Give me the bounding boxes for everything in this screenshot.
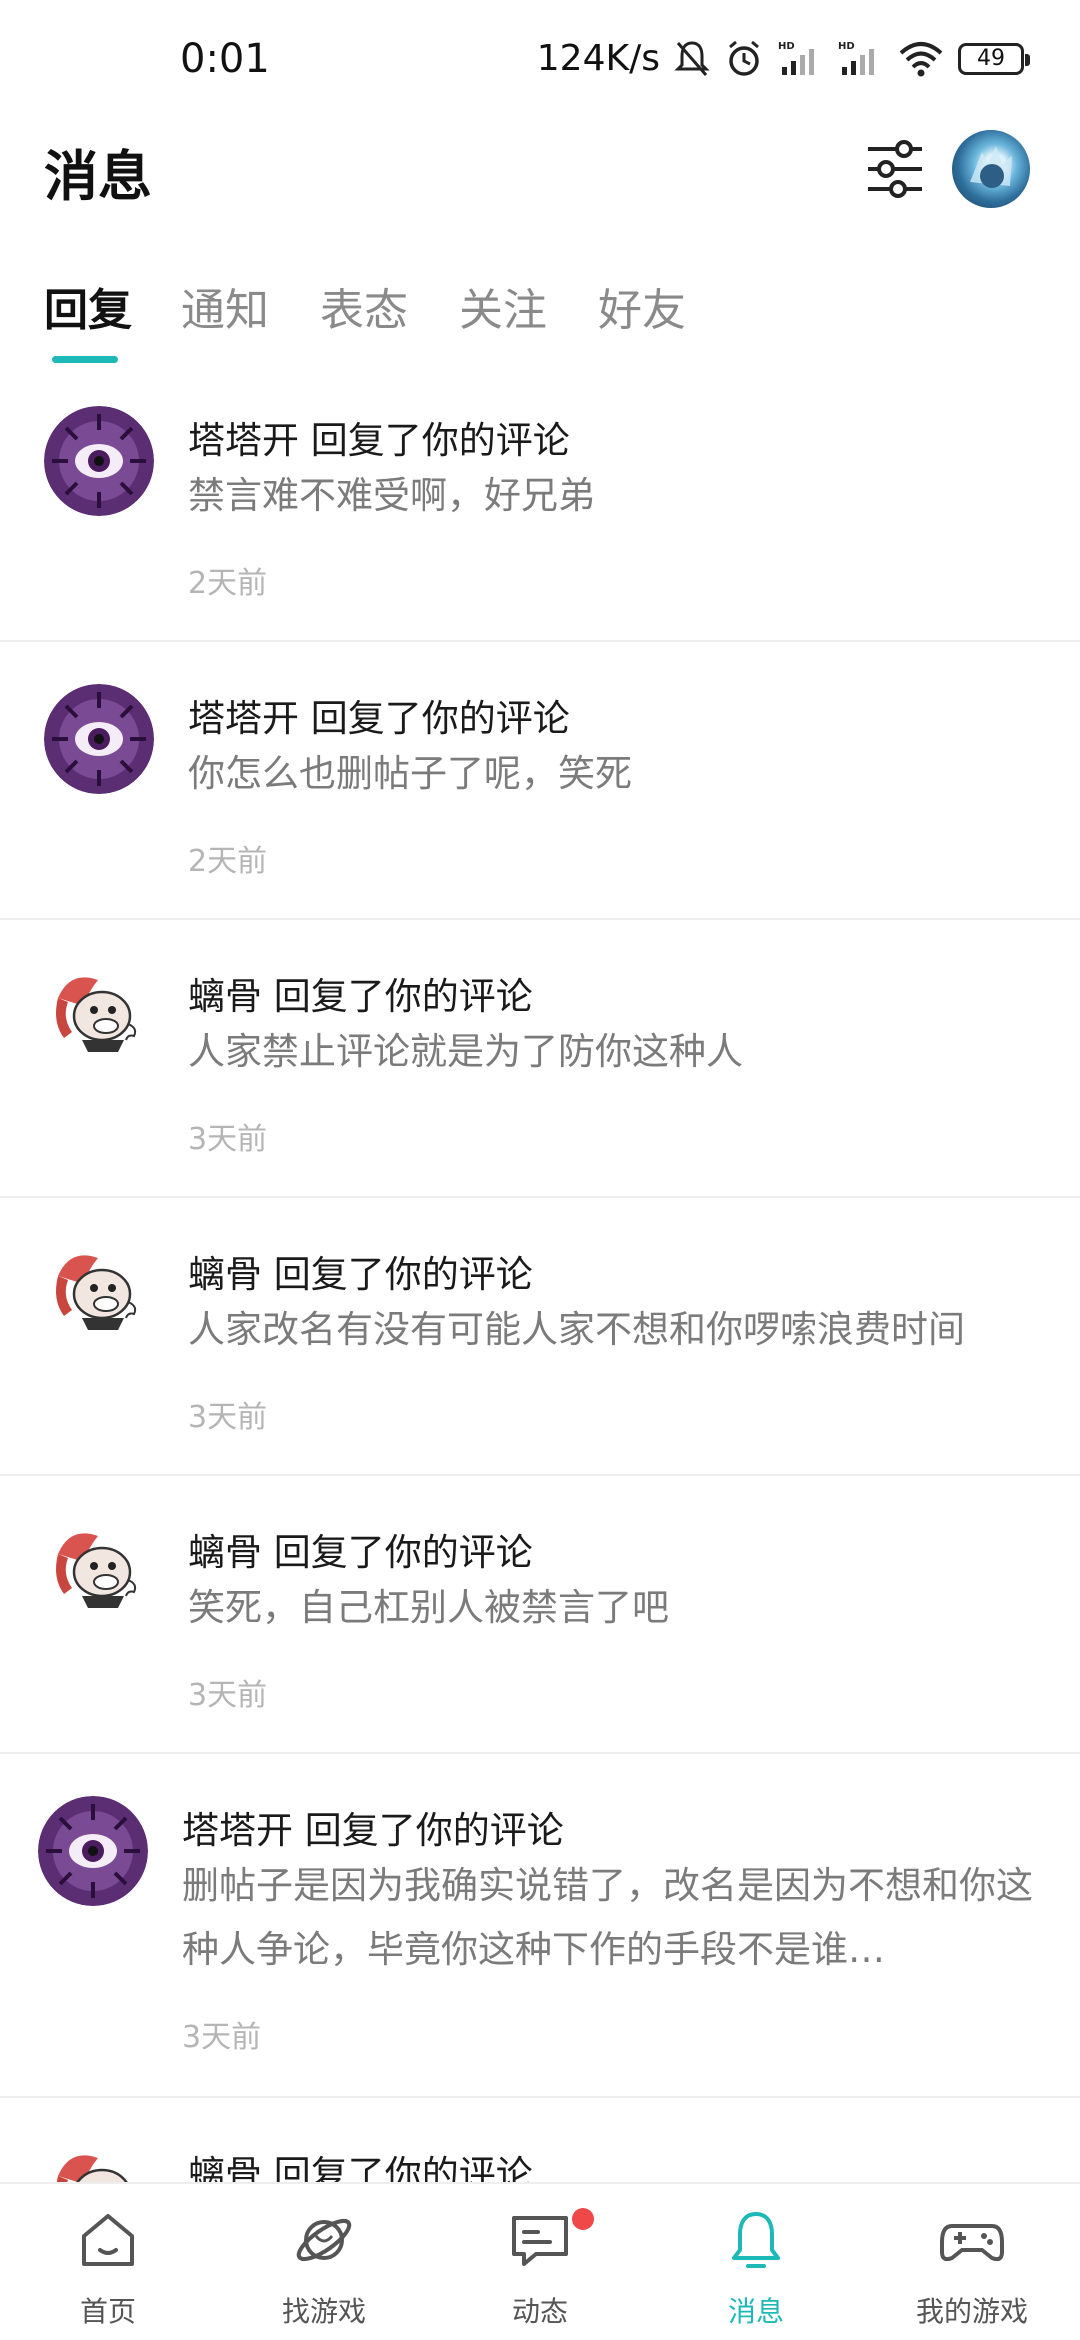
nav-my-games[interactable]: 我的游戏	[864, 2184, 1080, 2340]
cartoon-ram-avatar[interactable]	[44, 1240, 154, 1350]
list-item[interactable]: 螭骨 回复了你的评论 笑死，自己杠别人被禁言了吧 3天前	[0, 1476, 1080, 1754]
nav-home-label: 首页	[79, 2295, 136, 2328]
tab-friends[interactable]: 好友	[598, 274, 686, 338]
alarm-icon	[729, 40, 759, 76]
tab-notice[interactable]: 通知	[181, 274, 269, 338]
tab-reply[interactable]: 回复	[44, 274, 132, 338]
message-time: 2天前	[188, 566, 268, 601]
bell-icon	[732, 2212, 780, 2268]
message-list: 塔塔开 回复了你的评论 禁言难不难受啊，好兄弟 2天前 塔塔开 回复了你的评论 …	[0, 380, 1080, 2258]
message-content: 删帖子是因为我确实说错了，改名是因为不想和你这种人争论，毕竟你这种下作的手段不是…	[182, 1864, 1033, 1971]
list-item[interactable]: 螭骨 回复了你的评论 人家禁止评论就是为了防你这种人 3天前	[0, 920, 1080, 1198]
message-title: 塔塔开 回复了你的评论	[182, 1809, 564, 1852]
wifi-icon	[899, 41, 943, 76]
screen: 0:01 124K/s HD HD 49 消息 回复 通知 表态 关注 好友 塔…	[0, 0, 1080, 2340]
message-time: 3天前	[182, 2020, 262, 2055]
message-content: 笑死，自己杠别人被禁言了吧	[188, 1586, 669, 1629]
active-tab-indicator	[52, 356, 118, 363]
message-time: 3天前	[188, 1122, 268, 1157]
message-content: 你怎么也删帖子了呢，笑死	[188, 752, 632, 795]
list-item[interactable]: 塔塔开 回复了你的评论 禁言难不难受啊，好兄弟 2天前	[0, 380, 1080, 642]
svg-text:HD: HD	[838, 41, 855, 52]
purple-eye-avatar[interactable]	[44, 684, 154, 794]
bell-muted-icon	[674, 40, 710, 76]
cartoon-ram-avatar[interactable]	[44, 962, 154, 1072]
list-item[interactable]: 螭骨 回复了你的评论 人家改名有没有可能人家不想和你啰嗦浪费时间 3天前	[0, 1198, 1080, 1476]
network-speed: 124K/s	[536, 38, 660, 79]
tab-reaction[interactable]: 表态	[320, 274, 408, 338]
notification-badge	[572, 2208, 594, 2230]
gamepad-icon	[940, 2224, 1004, 2262]
nav-feed-label: 动态	[511, 2295, 568, 2328]
battery-icon: 49	[958, 42, 1030, 75]
filter-settings-icon[interactable]	[860, 134, 930, 204]
nav-home[interactable]: 首页	[0, 2184, 216, 2340]
message-title: 螭骨 回复了你的评论	[188, 975, 533, 1018]
message-content: 人家禁止评论就是为了防你这种人	[188, 1030, 743, 1073]
purple-eye-avatar[interactable]	[38, 1796, 148, 1906]
user-avatar[interactable]	[952, 130, 1030, 208]
home-icon	[82, 2214, 134, 2266]
message-content: 人家改名有没有可能人家不想和你啰嗦浪费时间	[188, 1308, 965, 1351]
nav-feed[interactable]: 动态	[432, 2184, 648, 2340]
message-time: 3天前	[188, 1678, 268, 1713]
planet-icon	[296, 2218, 352, 2262]
signal-hd-icon: HD	[838, 41, 874, 75]
message-tabs: 回复 通知 表态 关注 好友	[0, 262, 1080, 372]
message-time: 2天前	[188, 844, 268, 879]
message-title: 螭骨 回复了你的评论	[188, 1253, 533, 1296]
page-title: 消息	[44, 145, 152, 208]
svg-text:HD: HD	[778, 41, 795, 52]
nav-find-games[interactable]: 找游戏	[216, 2184, 432, 2340]
message-title: 螭骨 回复了你的评论	[188, 1531, 533, 1574]
cartoon-ram-avatar[interactable]	[44, 1518, 154, 1628]
user-avatar-image	[970, 146, 1012, 188]
purple-eye-avatar[interactable]	[44, 406, 154, 516]
message-time: 3天前	[188, 1400, 268, 1435]
battery-level: 49	[977, 46, 1005, 71]
signal-hd-icon: HD	[778, 41, 814, 75]
header: 消息	[0, 120, 1080, 280]
list-item[interactable]: 塔塔开 回复了你的评论 删帖子是因为我确实说错了，改名是因为不想和你这种人争论，…	[0, 1754, 1080, 2098]
message-title: 塔塔开 回复了你的评论	[188, 419, 570, 462]
nav-messages-label: 消息	[727, 2295, 784, 2328]
message-content: 禁言难不难受啊，好兄弟	[188, 474, 595, 517]
message-title: 塔塔开 回复了你的评论	[188, 697, 570, 740]
list-item[interactable]: 塔塔开 回复了你的评论 你怎么也删帖子了呢，笑死 2天前	[0, 642, 1080, 920]
nav-messages[interactable]: 消息	[648, 2184, 864, 2340]
status-bar: 0:01 124K/s HD HD 49	[0, 0, 1080, 120]
nav-my-games-label: 我的游戏	[915, 2295, 1028, 2328]
chat-bubble-icon	[512, 2216, 568, 2266]
status-time: 0:01	[180, 36, 270, 82]
tab-follow[interactable]: 关注	[459, 274, 547, 338]
status-icons: 124K/s HD HD 49	[536, 38, 1030, 79]
bottom-navigation: 首页 找游戏 动态 消息 我的游戏	[0, 2182, 1080, 2340]
nav-find-games-label: 找游戏	[281, 2295, 366, 2328]
